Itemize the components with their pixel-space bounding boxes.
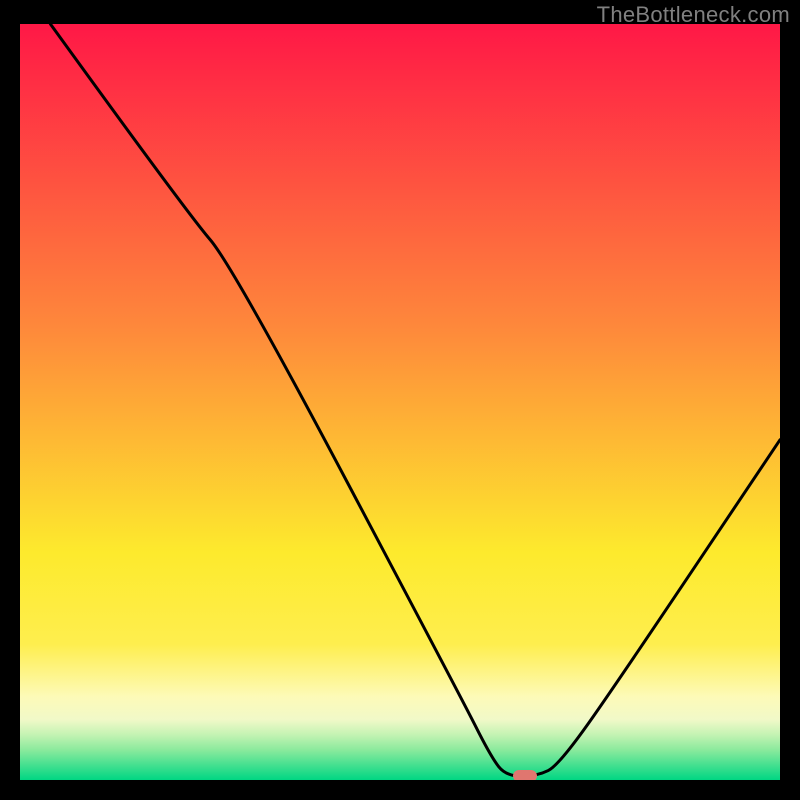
- optimal-point-marker: [513, 770, 537, 780]
- watermark-text: TheBottleneck.com: [597, 2, 790, 28]
- bottleneck-curve: [20, 24, 780, 780]
- plot-area: [20, 24, 780, 780]
- chart-frame: TheBottleneck.com: [0, 0, 800, 800]
